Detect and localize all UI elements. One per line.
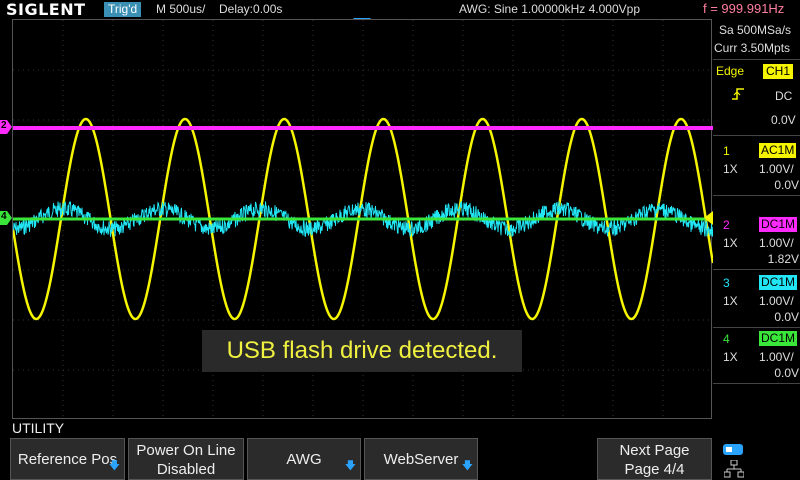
channel-offset: 0.0V — [774, 366, 799, 380]
channel-number: 3 — [723, 276, 730, 290]
channel-2-info[interactable]: 2 DC1M 1X 1.00V/1.82V — [713, 217, 800, 267]
usb-detected-message: USB flash drive detected. — [202, 330, 522, 372]
button-label: Power On Line — [136, 442, 236, 459]
channel-number: 1 — [723, 144, 730, 158]
trigger-level-marker[interactable] — [704, 211, 713, 225]
channel-3-info[interactable]: 3 DC1M 1X 1.00V/0.0V — [713, 275, 800, 325]
channel-probe: 1X — [723, 350, 738, 364]
next-page-button[interactable]: Next Page Page 4/4 — [597, 438, 712, 480]
divider — [713, 135, 800, 136]
channel-offset: 0.0V — [774, 178, 799, 192]
channel-coupling-badge: DC1M — [759, 217, 798, 232]
ch2-marker-label: 2 — [1, 120, 7, 131]
webserver-button[interactable]: WebServer 🡇 — [364, 438, 478, 480]
trigger-level: 0.0V — [771, 113, 796, 127]
channel-scale: 1.00V/ — [759, 294, 794, 308]
chevron-down-icon: 🡇 — [344, 460, 356, 472]
menu-title: UTILITY — [12, 420, 65, 436]
button-label: WebServer — [383, 451, 459, 468]
channel-scale: 1.00V/ — [759, 236, 794, 250]
right-info-panel: Sa 500MSa/s Curr 3.50Mpts Edge CH1 DC 0.… — [713, 19, 800, 439]
sample-rate: Sa 500MSa/s — [719, 23, 792, 37]
rising-edge-icon — [732, 88, 744, 100]
awg-readout: AWG: Sine 1.00000kHz 4.000Vpp — [459, 2, 640, 16]
power-on-line-button[interactable]: Power On Line Disabled — [128, 438, 244, 480]
channel-1-info[interactable]: 1 AC1M 1X 1.00V/0.0V — [713, 143, 800, 193]
frequency-readout: f = 999.991Hz — [703, 1, 785, 16]
network-icon — [724, 460, 744, 478]
trigger-type: Edge — [716, 64, 745, 78]
button-label: Reference Pos — [17, 451, 118, 468]
divider — [713, 269, 800, 270]
button-value: Page 4/4 — [624, 461, 685, 478]
channel-number: 2 — [723, 218, 730, 232]
divider — [713, 59, 800, 60]
divider — [713, 383, 800, 384]
button-value: Disabled — [156, 461, 216, 478]
memory-depth: Curr 3.50Mpts — [714, 41, 791, 55]
channel-coupling-badge: AC1M — [759, 143, 797, 158]
channel-coupling-badge: DC1M — [759, 275, 798, 290]
channel-coupling-badge: DC1M — [759, 331, 798, 346]
channel-4-info[interactable]: 4 DC1M 1X 1.00V/0.0V — [713, 331, 800, 381]
button-label: Next Page — [619, 442, 690, 459]
divider — [713, 195, 800, 196]
channel-number: 4 — [723, 332, 730, 346]
timebase-readout: M 500us/ — [156, 2, 206, 16]
channel-probe: 1X — [723, 236, 738, 250]
channel-offset: 1.82V — [767, 252, 799, 266]
chevron-down-icon: 🡇 — [461, 460, 473, 472]
channel-offset: 0.0V — [774, 310, 799, 324]
trigger-source-badge: CH1 — [763, 64, 794, 79]
channel-scale: 1.00V/ — [759, 350, 794, 364]
channel-scale: 1.00V/ — [759, 162, 794, 176]
channel-probe: 1X — [723, 162, 738, 176]
trigger-coupling: DC — [775, 89, 793, 103]
channel-probe: 1X — [723, 294, 738, 308]
trigger-status-badge: Trig'd — [104, 2, 142, 17]
delay-readout: Delay:0.00s — [219, 2, 283, 16]
top-status-bar: SIGLENT Trig'd M 500us/ Delay:0.00s AWG:… — [0, 0, 800, 19]
divider — [713, 327, 800, 328]
reference-pos-button[interactable]: Reference Pos 🡇 — [10, 438, 125, 480]
awg-button[interactable]: AWG 🡇 — [247, 438, 361, 480]
button-label: AWG — [286, 451, 322, 468]
brand-logo: SIGLENT — [6, 0, 86, 19]
ch4-marker-label: 4 — [1, 211, 7, 222]
chevron-down-icon: 🡇 — [108, 460, 120, 472]
